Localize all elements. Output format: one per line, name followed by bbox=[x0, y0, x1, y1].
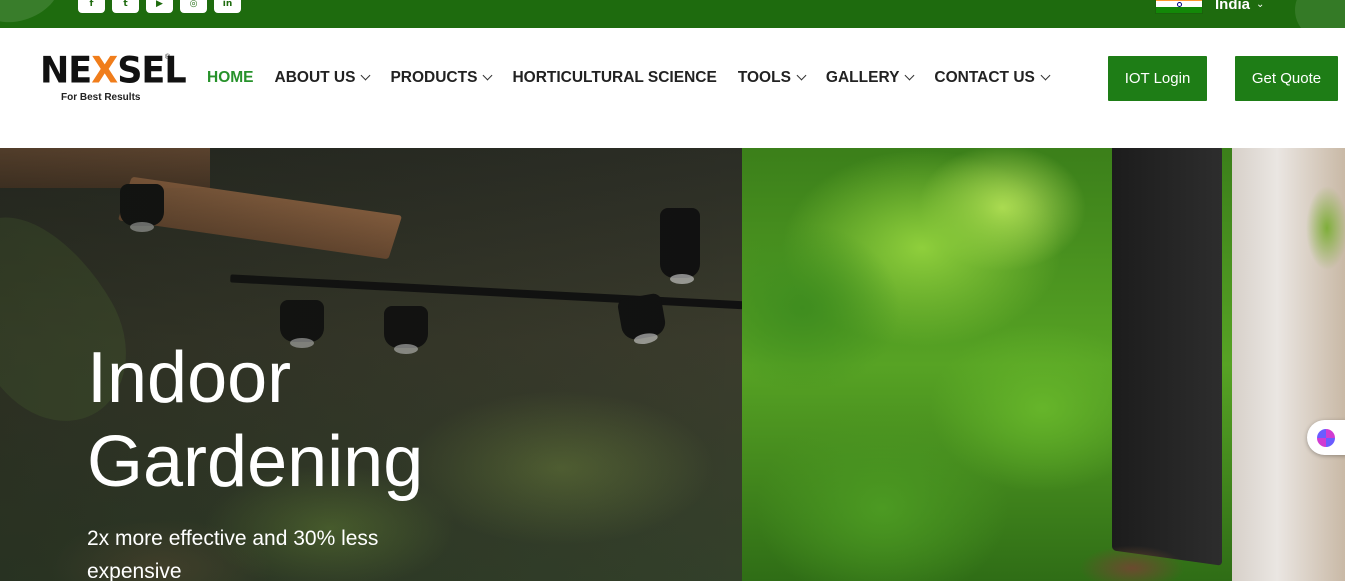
iot-login-button[interactable]: IOT Login bbox=[1108, 56, 1207, 101]
linkedin-icon[interactable]: in bbox=[214, 0, 241, 13]
instagram-icon[interactable]: ◎ bbox=[180, 0, 207, 13]
logo[interactable]: NEXSEL ® For Best Results bbox=[40, 50, 187, 103]
registered-mark: ® bbox=[165, 54, 171, 61]
hero-banner: Indoor Gardening 2x more effective and 3… bbox=[0, 148, 1345, 581]
hero-subtitle: 2x more effective and 30% less expensive bbox=[87, 527, 379, 581]
top-bar: f t ▶ ◎ in India ⌄ bbox=[0, 0, 1345, 28]
main-nav: HOME ABOUT US PRODUCTS HORTICULTURAL SCI… bbox=[207, 68, 1070, 88]
nav-item-about-us[interactable]: ABOUT US bbox=[275, 69, 371, 87]
nav-item-contact-us[interactable]: CONTACT US bbox=[934, 69, 1051, 87]
logo-tagline: For Best Results bbox=[61, 92, 141, 103]
nav-item-home[interactable]: HOME bbox=[207, 69, 254, 87]
nav-item-horticultural-science[interactable]: HORTICULTURAL SCIENCE bbox=[512, 69, 716, 87]
get-quote-button[interactable]: Get Quote bbox=[1235, 56, 1338, 101]
facebook-icon[interactable]: f bbox=[78, 0, 105, 13]
social-links: f t ▶ ◎ in bbox=[78, 0, 241, 13]
twitter-icon[interactable]: t bbox=[112, 0, 139, 13]
nav-item-gallery[interactable]: GALLERY bbox=[826, 69, 915, 87]
chevron-down-icon: ⌄ bbox=[1256, 0, 1265, 10]
logo-wordmark: NEXSEL bbox=[40, 50, 187, 92]
chevron-down-icon bbox=[1040, 70, 1051, 81]
leaf-decoration bbox=[1295, 0, 1345, 28]
hero-image-right bbox=[742, 148, 1345, 581]
youtube-icon[interactable]: ▶ bbox=[146, 0, 173, 13]
chevron-down-icon bbox=[796, 70, 807, 81]
chevron-down-icon bbox=[361, 70, 371, 81]
india-flag-icon bbox=[1155, 0, 1203, 14]
floating-widget-button[interactable] bbox=[1307, 420, 1345, 455]
chevron-down-icon bbox=[904, 70, 915, 81]
hero-title: Indoor Gardening bbox=[87, 338, 424, 502]
nav-item-products[interactable]: PRODUCTS bbox=[390, 69, 493, 87]
country-label: India bbox=[1215, 0, 1251, 13]
country-selector[interactable]: India ⌄ bbox=[1155, 0, 1264, 14]
nav-item-tools[interactable]: TOOLS bbox=[738, 69, 807, 87]
leaf-decoration bbox=[0, 0, 67, 28]
chevron-down-icon bbox=[482, 70, 493, 81]
brain-icon bbox=[1317, 428, 1335, 447]
site-header: NEXSEL ® For Best Results HOME ABOUT US … bbox=[0, 28, 1345, 148]
